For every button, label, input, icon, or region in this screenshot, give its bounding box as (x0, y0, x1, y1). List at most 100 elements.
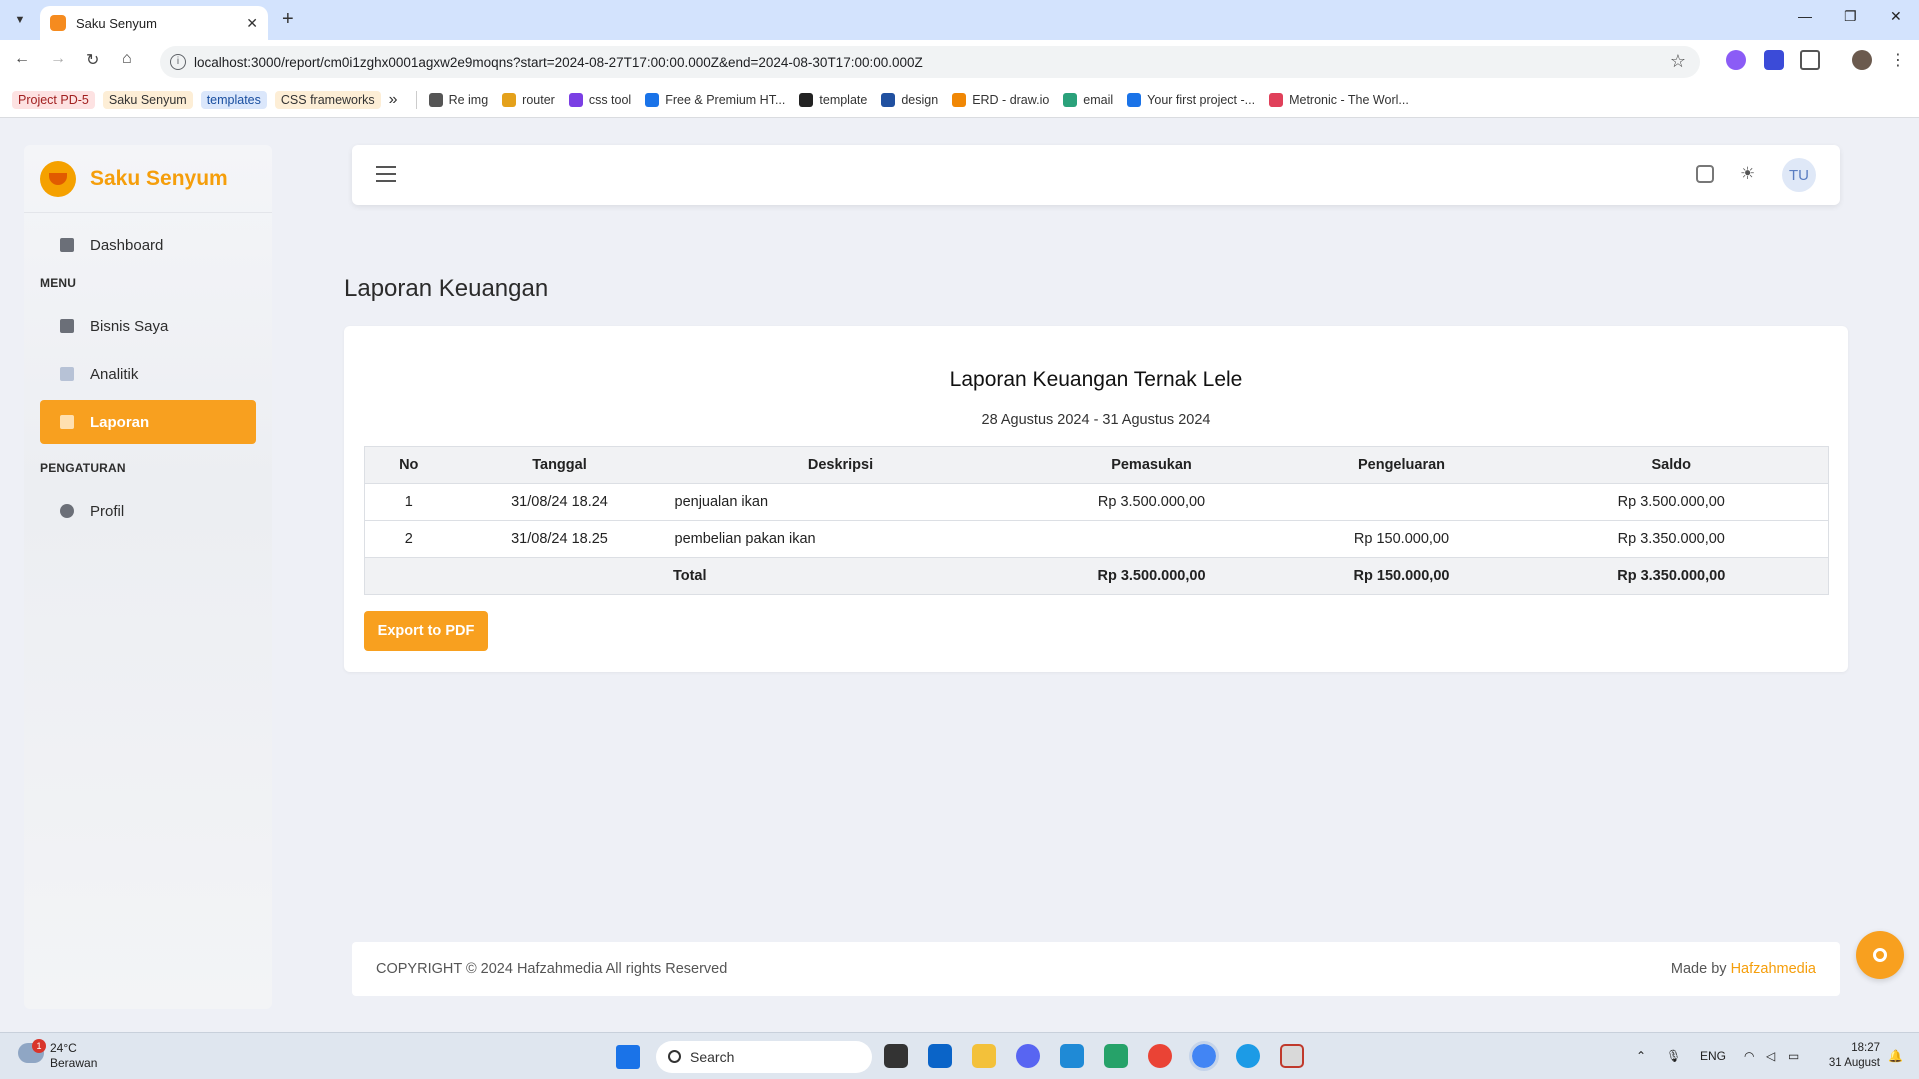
bookmark-favicon-icon (428, 92, 443, 107)
chrome-icon[interactable] (1148, 1044, 1172, 1068)
bookmark-project-pd5[interactable]: Project PD-5 (12, 90, 95, 109)
address-bar[interactable]: i localhost:3000/report/cm0i1zghx0001agx… (160, 46, 1700, 78)
profile-avatar-icon[interactable] (1852, 50, 1872, 70)
bookmark-css-frameworks[interactable]: CSS frameworks (274, 90, 381, 109)
clock[interactable]: 18:27 31 August (1820, 1041, 1880, 1071)
weather-widget[interactable]: 1 24°C Berawan (18, 1039, 97, 1071)
bookmark-favicon-icon (568, 92, 583, 107)
sidebar-item-analitik[interactable]: Analitik (40, 352, 256, 396)
bookmark-link[interactable]: Metronic - The Worl... (1269, 92, 1409, 107)
notification-bell-icon[interactable]: 🔔 (1888, 1049, 1903, 1063)
cell-pemasukan: Rp 3.500.000,00 (1014, 483, 1289, 521)
bookmark-label: css tool (588, 92, 632, 107)
bookmark-link[interactable]: css tool (568, 92, 632, 107)
bookmark-label: Free & Premium HT... (665, 92, 786, 107)
bookmarks-overflow-button[interactable]: » (389, 91, 398, 109)
bookmark-link[interactable]: Your first project -... (1127, 92, 1255, 107)
reload-icon[interactable]: ↻ (86, 50, 99, 70)
back-arrow-icon[interactable]: ← (14, 50, 30, 68)
chrome-active-icon[interactable] (1189, 1041, 1219, 1071)
edge-icon[interactable] (1236, 1044, 1260, 1068)
vscode-insiders-icon[interactable] (1104, 1044, 1128, 1068)
restore-icon[interactable]: ❐ (1844, 8, 1857, 25)
cell-deskripsi: penjualan ikan (666, 483, 1015, 521)
bookmark-saku-senyum[interactable]: Saku Senyum (102, 90, 193, 109)
bookmark-link[interactable]: template (799, 92, 867, 107)
sidebar-item-label: Dashboard (90, 236, 164, 254)
bookmark-templates[interactable]: templates (200, 90, 267, 109)
made-by-link[interactable]: Hafzahmedia (1731, 961, 1816, 977)
cell-no: 1 (364, 483, 453, 521)
microphone-icon[interactable]: 🎙 (1666, 1049, 1681, 1063)
cell-tanggal: 31/08/24 18.25 (452, 520, 667, 558)
home-icon[interactable]: ⌂ (122, 50, 132, 68)
sidebar-item-bisnis-saya[interactable]: Bisnis Saya (40, 304, 256, 348)
vscode-icon[interactable] (1060, 1044, 1084, 1068)
file-explorer-icon[interactable] (972, 1044, 996, 1068)
copyright-text: COPYRIGHT © 2024 Hafzahmedia All rights … (376, 961, 728, 977)
taskbar-search[interactable]: Search (656, 1041, 872, 1073)
table-row: 2 31/08/24 18.25 pembelian pakan ikan Rp… (364, 520, 1829, 558)
bookmark-link[interactable]: Free & Premium HT... (645, 92, 786, 107)
tray-overflow-chevron-icon[interactable]: ⌃ (1636, 1049, 1646, 1063)
cell-pemasukan (1014, 520, 1289, 558)
column-header: No (364, 446, 453, 484)
bookmark-link[interactable]: Re img (428, 92, 489, 107)
bookmark-label: router (522, 92, 555, 107)
wifi-icon[interactable]: ◠ (1744, 1049, 1754, 1063)
bookmark-star-icon[interactable]: ☆ (1670, 51, 1686, 72)
theme-toggle-sun-icon[interactable]: ☀ (1740, 165, 1758, 183)
battery-icon[interactable]: ▭ (1788, 1049, 1799, 1063)
sidebar-item-dashboard[interactable]: Dashboard (40, 223, 256, 267)
notification-badge: 1 (32, 1039, 46, 1053)
sidebar-item-label: Laporan (90, 413, 150, 431)
browser-menu-icon[interactable]: ⋮ (1890, 50, 1906, 70)
sidebar-item-label: Analitik (90, 365, 139, 383)
tab-close-icon[interactable]: ✕ (246, 15, 258, 32)
bookmark-link[interactable]: email (1063, 92, 1113, 107)
cell-tanggal: 31/08/24 18.24 (452, 483, 667, 521)
outlook-icon[interactable] (928, 1044, 952, 1068)
extensions-puzzle-icon[interactable] (1800, 50, 1820, 70)
bookmark-favicon-icon (1127, 92, 1142, 107)
windows-start-icon[interactable] (616, 1045, 640, 1069)
extension-badge-icon[interactable] (1764, 50, 1784, 70)
minimize-icon[interactable]: — (1798, 8, 1812, 24)
cell-deskripsi: pembelian pakan ikan (666, 520, 1015, 558)
bar-chart-icon (60, 367, 74, 381)
new-tab-button[interactable]: + (282, 8, 294, 31)
brand[interactable]: Saku Senyum (24, 145, 272, 213)
bookmark-link[interactable]: router (502, 92, 555, 107)
bookmark-link[interactable]: design (881, 92, 938, 107)
avatar[interactable]: TU (1782, 158, 1816, 192)
snipping-tool-icon[interactable] (1280, 1044, 1304, 1068)
sidebar-item-profil[interactable]: Profil (40, 489, 256, 533)
url-text: localhost:3000/report/cm0i1zghx0001agxw2… (194, 54, 923, 70)
volume-icon[interactable]: ◁ (1766, 1049, 1775, 1063)
discord-icon[interactable] (1016, 1044, 1040, 1068)
window-close-icon[interactable]: ✕ (1890, 8, 1902, 25)
extension-icon[interactable] (1726, 50, 1746, 70)
clock-date: 31 August (1828, 1057, 1880, 1069)
export-pdf-button[interactable]: Export to PDF (364, 611, 488, 651)
browser-tab[interactable]: Saku Senyum ✕ (40, 6, 268, 40)
bookmark-label: Re img (448, 92, 489, 107)
language-indicator[interactable]: ENG (1700, 1049, 1726, 1063)
page-title: Laporan Keuangan (344, 275, 549, 302)
bookmark-link[interactable]: ERD - draw.io (952, 92, 1049, 107)
report-date-range: 28 Agustus 2024 - 31 Agustus 2024 (981, 412, 1211, 428)
gear-icon (1873, 948, 1887, 962)
sidebar: Saku Senyum Dashboard MENU Bisnis Saya A… (24, 145, 272, 1009)
task-view-icon[interactable] (884, 1044, 908, 1068)
customizer-gear-button[interactable] (1856, 931, 1904, 979)
fullscreen-icon[interactable] (1696, 165, 1714, 183)
sidebar-item-laporan[interactable]: Laporan (40, 400, 256, 444)
tab-list-chevron-icon[interactable]: ▼ (8, 8, 32, 32)
report-table: No Tanggal Deskripsi Pemasukan Pengeluar… (364, 446, 1829, 595)
search-icon (668, 1050, 681, 1063)
section-label-pengaturan: PENGATURAN (40, 461, 126, 475)
bookmarks-bar: Project PD-5 Saku Senyum templates CSS f… (0, 82, 1919, 118)
forward-arrow-icon[interactable]: → (50, 50, 66, 68)
site-info-icon[interactable]: i (170, 54, 186, 70)
hamburger-menu-icon[interactable] (376, 166, 396, 182)
